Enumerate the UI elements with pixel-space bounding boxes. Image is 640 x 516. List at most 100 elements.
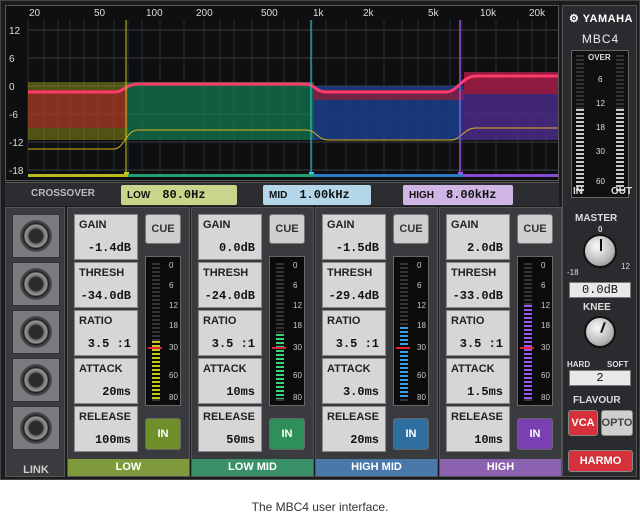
gain-value: 0.0dB	[218, 241, 255, 255]
gain-value: 2.0dB	[466, 241, 503, 255]
link-switch[interactable]	[12, 310, 60, 354]
ratio-control[interactable]: RATIO 3.5 :1	[322, 310, 386, 356]
meter-scale-label: 12	[541, 301, 550, 310]
db-label: -6	[9, 110, 18, 121]
cue-button[interactable]: CUE	[393, 214, 429, 244]
master-knob[interactable]	[583, 234, 617, 268]
model-name: MBC4	[581, 32, 620, 46]
band-in-button[interactable]: IN	[517, 418, 553, 450]
release-control[interactable]: RELEASE 20ms	[322, 406, 386, 452]
db-label: -12	[9, 138, 24, 149]
release-control[interactable]: RELEASE 100ms	[74, 406, 138, 452]
band-label: HIGH MID	[316, 459, 437, 476]
low-range-bar	[28, 174, 128, 177]
link-panel: LINK	[5, 207, 65, 477]
meter-scale-label: 12	[293, 301, 302, 310]
gain-control[interactable]: GAIN -1.5dB	[322, 214, 386, 260]
meter-level	[276, 334, 284, 399]
thresh-label: THRESH	[327, 267, 373, 279]
band-in-button[interactable]: IN	[393, 418, 429, 450]
gain-label: GAIN	[203, 219, 231, 231]
release-control[interactable]: RELEASE 50ms	[198, 406, 262, 452]
attack-control[interactable]: ATTACK 10ms	[198, 358, 262, 404]
link-switch[interactable]	[12, 406, 60, 450]
ratio-label: RATIO	[451, 315, 485, 327]
cue-button[interactable]: CUE	[269, 214, 305, 244]
release-label: RELEASE	[203, 411, 255, 423]
yamaha-logo: ⚙ YAMAHA	[569, 13, 633, 25]
ratio-control[interactable]: RATIO 3.5 :1	[198, 310, 262, 356]
link-switch[interactable]	[12, 358, 60, 402]
link-switch[interactable]	[12, 262, 60, 306]
band-strip: GAIN 2.0dB THRESH -33.0dB RATIO 3.5 :1 A…	[439, 207, 562, 477]
release-control[interactable]: RELEASE 10ms	[446, 406, 510, 452]
meter-scale-label: 12	[417, 301, 426, 310]
thresh-control[interactable]: THRESH -24.0dB	[198, 262, 262, 308]
release-value: 10ms	[474, 433, 503, 447]
release-value: 100ms	[94, 433, 131, 447]
high-crossover-field[interactable]: HIGH 8.00kHz	[403, 185, 513, 205]
gain-control[interactable]: GAIN 0.0dB	[198, 214, 262, 260]
gain-label: GAIN	[79, 219, 107, 231]
thresh-control[interactable]: THRESH -33.0dB	[446, 262, 510, 308]
band-label: LOW	[68, 459, 189, 476]
harmo-button[interactable]: HARMO	[568, 450, 633, 472]
release-label: RELEASE	[327, 411, 379, 423]
gain-reduction-meter: 0 6 12 18 30 60 80	[145, 256, 181, 406]
low-crossover-name: LOW	[127, 189, 151, 201]
ratio-value: 3.5 :1	[335, 337, 379, 351]
ratio-control[interactable]: RATIO 3.5 :1	[446, 310, 510, 356]
db-label: -18	[9, 166, 24, 177]
meter-scale-label: 0	[169, 261, 174, 270]
meter-scale-label: 18	[596, 123, 605, 132]
meter-scale-label: 60	[293, 371, 302, 380]
meter-scale-label: 0	[541, 261, 546, 270]
meter-scale-label: 80	[417, 393, 426, 402]
thresh-label: THRESH	[203, 267, 249, 279]
meter-scale-label: 60	[417, 371, 426, 380]
mid-crossover-field[interactable]: MID 1.00kHz	[263, 185, 371, 205]
gain-control[interactable]: GAIN 2.0dB	[446, 214, 510, 260]
attack-value: 10ms	[226, 385, 255, 399]
attack-control[interactable]: ATTACK 3.0ms	[322, 358, 386, 404]
cue-button[interactable]: CUE	[145, 214, 181, 244]
attack-control[interactable]: ATTACK 20ms	[74, 358, 138, 404]
opto-button[interactable]: OPTO	[601, 410, 633, 436]
db-label: 6	[9, 54, 15, 65]
master-label: MASTER	[575, 213, 618, 224]
vca-button[interactable]: VCA	[568, 410, 598, 436]
cue-button[interactable]: CUE	[517, 214, 553, 244]
ratio-label: RATIO	[79, 315, 113, 327]
gain-reduction-meter: 0 6 12 18 30 60 80	[517, 256, 553, 406]
ratio-control[interactable]: RATIO 3.5 :1	[74, 310, 138, 356]
meter-scale-label: 80	[169, 393, 178, 402]
ratio-value: 3.5 :1	[87, 337, 131, 351]
meter-scale-label: 30	[596, 147, 605, 156]
master-panel: ⚙ YAMAHA MBC4 OVER 6 12 18 30 60 IN OUT …	[562, 5, 637, 477]
attack-control[interactable]: ATTACK 1.5ms	[446, 358, 510, 404]
thresh-control[interactable]: THRESH -34.0dB	[74, 262, 138, 308]
knee-knob[interactable]	[584, 316, 616, 348]
thresh-control[interactable]: THRESH -29.4dB	[322, 262, 386, 308]
meter-scale-label: 30	[541, 343, 550, 352]
attack-label: ATTACK	[451, 363, 495, 375]
thresh-value: -33.0dB	[452, 289, 503, 303]
attack-value: 3.0ms	[342, 385, 379, 399]
low-gain-area	[28, 90, 128, 128]
band-in-button[interactable]: IN	[145, 418, 181, 450]
attack-value: 1.5ms	[466, 385, 503, 399]
thresh-label: THRESH	[451, 267, 497, 279]
link-switch[interactable]	[12, 214, 60, 258]
low-crossover-field[interactable]: LOW 80.0Hz	[121, 185, 237, 205]
db-label: 0	[9, 82, 15, 93]
freq-label: 20k	[529, 8, 546, 19]
knee-value[interactable]: 2	[569, 370, 631, 386]
band-strip: GAIN -1.4dB THRESH -34.0dB RATIO 3.5 :1 …	[67, 207, 190, 477]
band-in-button[interactable]: IN	[269, 418, 305, 450]
master-value[interactable]: 0.0dB	[569, 282, 631, 298]
gain-control[interactable]: GAIN -1.4dB	[74, 214, 138, 260]
meter-scale-label: 18	[169, 321, 178, 330]
meter-scale-label: 12	[169, 301, 178, 310]
gain-reduction-meter: 0 6 12 18 30 60 80	[269, 256, 305, 406]
ratio-label: RATIO	[327, 315, 361, 327]
